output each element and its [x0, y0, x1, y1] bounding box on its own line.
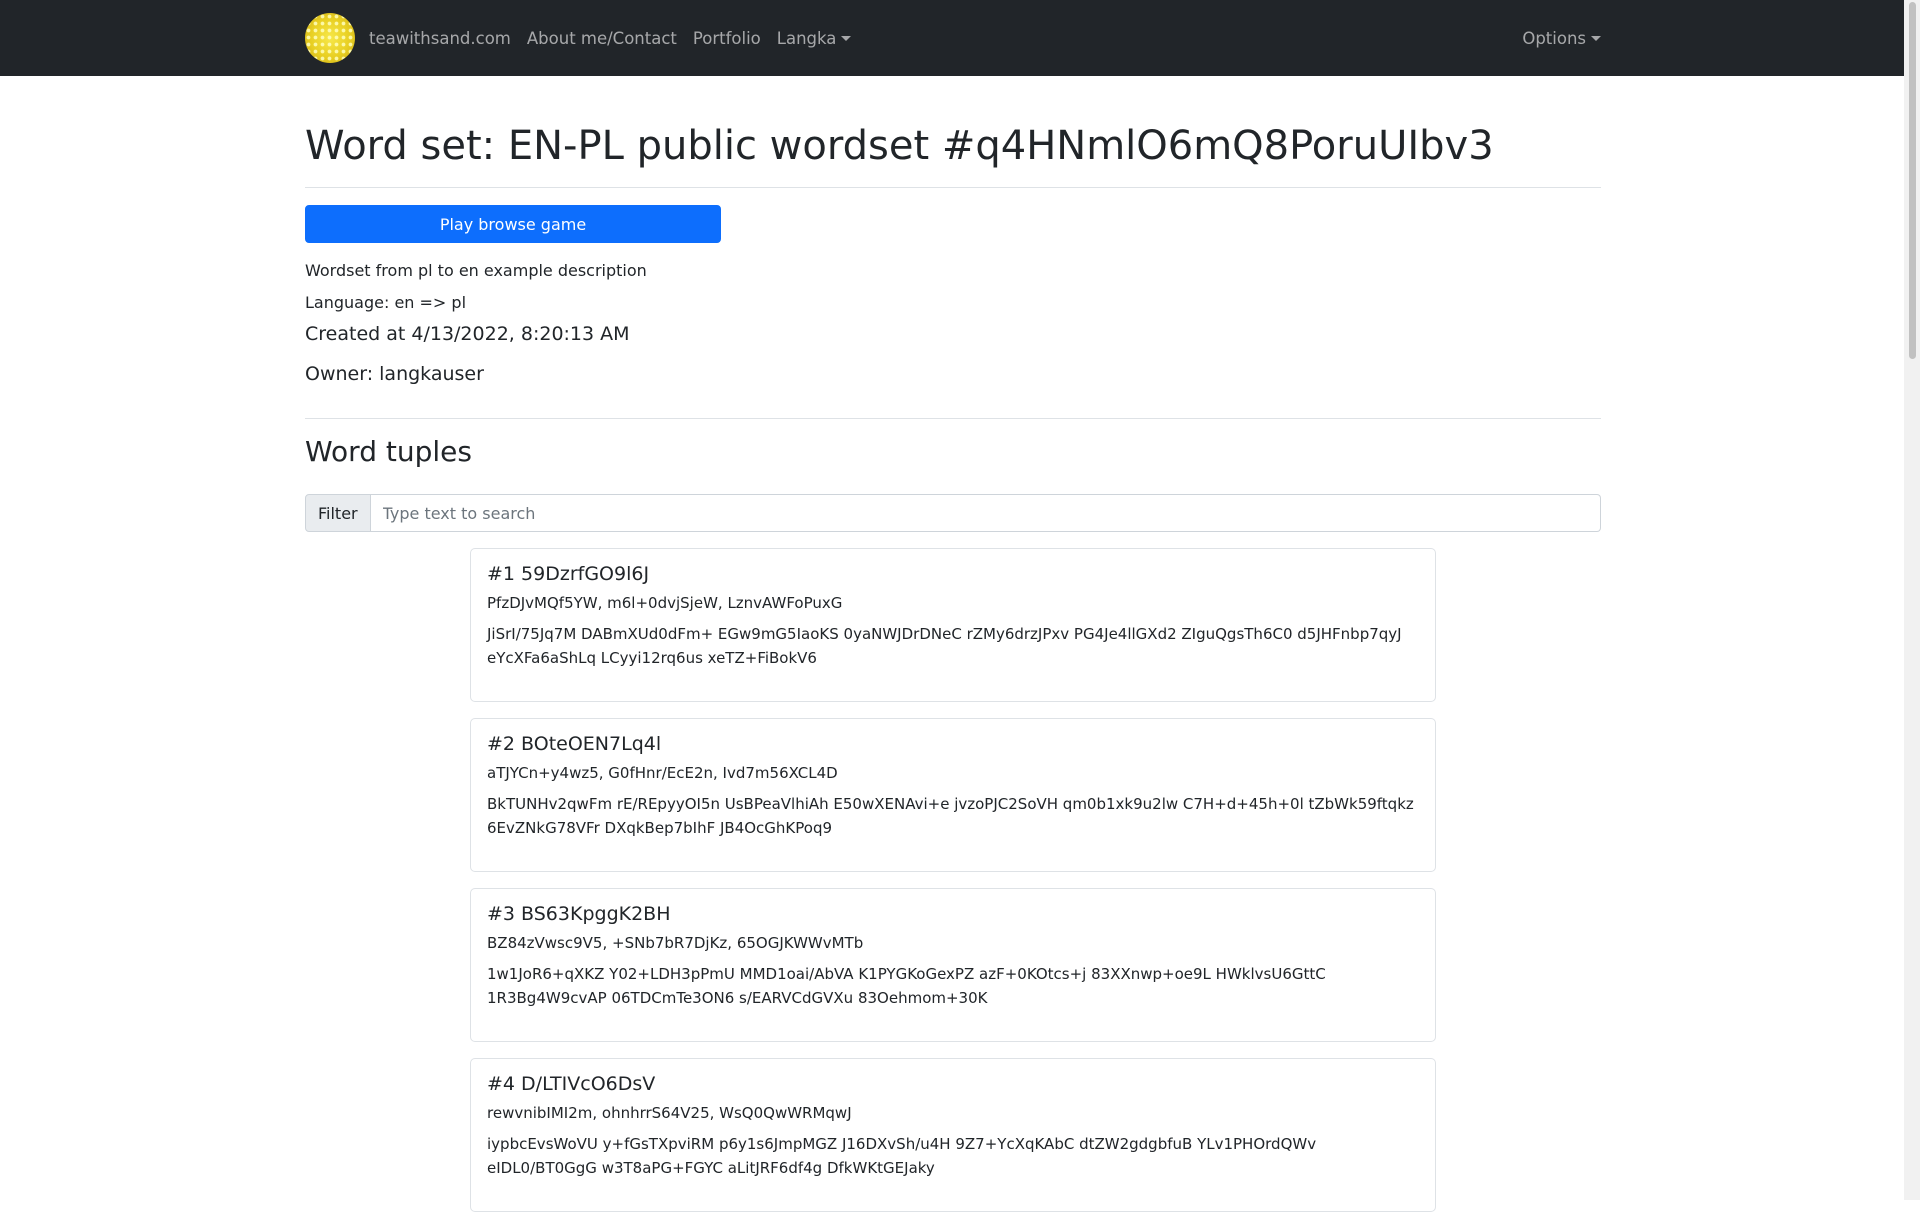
- nav-about-link[interactable]: About me/Contact: [527, 29, 677, 48]
- navbar-right: Options: [1522, 0, 1601, 76]
- tuple-title: #2 BOteOEN7Lq4l: [487, 733, 662, 755]
- filter-label: Filter: [305, 494, 371, 532]
- word-tuple-card: #4 D/LTIVcO6DsV rewvnibIMI2m, ohnhrrS64V…: [470, 1058, 1436, 1212]
- divider: [305, 187, 1601, 188]
- filter-search-input[interactable]: [370, 494, 1601, 532]
- nav-portfolio-link[interactable]: Portfolio: [693, 29, 761, 48]
- tuple-words: aTJYCn+y4wz5, G0fHnr/EcE2n, Ivd7m56XCL4D: [487, 764, 838, 782]
- chevron-down-icon: [841, 35, 852, 41]
- word-tuple-card: #3 BS63KpggK2BH BZ84zVwsc9V5, +SNb7bR7Dj…: [470, 888, 1436, 1042]
- play-browse-game-button[interactable]: Play browse game: [305, 205, 721, 243]
- page-title: Word set: EN-PL public wordset #q4HNmlO6…: [305, 123, 1494, 169]
- word-tuple-list: #1 59DzrfGO9l6J PfzDJvMQf5YW, m6l+0dvjSj…: [470, 548, 1436, 1228]
- tuple-description: BkTUNHv2qwFm rE/REpyyOI5n UsBPeaVlhiAh E…: [487, 795, 1414, 837]
- tuple-description: 1w1JoR6+qXKZ Y02+LDH3pPmU MMD1oai/AbVA K…: [487, 965, 1326, 1007]
- page-scrollbar-thumb[interactable]: [1909, 2, 1916, 359]
- tuple-words: BZ84zVwsc9V5, +SNb7bR7DjKz, 65OGJKWWvMTb: [487, 934, 864, 952]
- options-label: Options: [1522, 28, 1586, 48]
- tuple-title: #1 59DzrfGO9l6J: [487, 563, 650, 585]
- tuple-words: rewvnibIMI2m, ohnhrrS64V25, WsQ0QwWRMqwJ: [487, 1104, 852, 1122]
- tuple-description: JiSrI/75Jq7M DABmXUd0dFm+ EGw9mG5IaoKS 0…: [487, 625, 1402, 667]
- divider: [305, 418, 1601, 419]
- section-title-word-tuples: Word tuples: [305, 435, 472, 468]
- navbar-inner: teawithsand.com About me/Contact Portfol…: [305, 0, 1601, 76]
- chevron-down-icon: [1591, 35, 1601, 41]
- wordset-created-at: Created at 4/13/2022, 8:20:13 AM: [305, 323, 630, 345]
- word-tuple-card: #1 59DzrfGO9l6J PfzDJvMQf5YW, m6l+0dvjSj…: [470, 548, 1436, 702]
- tuple-title: #4 D/LTIVcO6DsV: [487, 1073, 656, 1095]
- word-tuple-card: #2 BOteOEN7Lq4l aTJYCn+y4wz5, G0fHnr/EcE…: [470, 718, 1436, 872]
- tuple-title: #3 BS63KpggK2BH: [487, 903, 671, 925]
- top-navbar: teawithsand.com About me/Contact Portfol…: [0, 0, 1904, 76]
- filter-group: Filter: [305, 494, 1601, 532]
- wordset-owner: Owner: langkauser: [305, 363, 484, 385]
- options-dropdown[interactable]: Options: [1522, 29, 1601, 48]
- nav-langka-dropdown[interactable]: Langka: [777, 29, 852, 48]
- tuple-words: PfzDJvMQf5YW, m6l+0dvjSjeW, LznvAWFoPuxG: [487, 594, 843, 612]
- wordset-description: Wordset from pl to en example descriptio…: [305, 261, 647, 280]
- tuple-description: iypbcEvsWoVU y+fGsTXpviRM p6y1s6JmpMGZ J…: [487, 1135, 1317, 1177]
- wordset-language: Language: en => pl: [305, 293, 467, 312]
- nav-langka-label: Langka: [776, 28, 837, 48]
- navbar-links: teawithsand.com About me/Contact Portfol…: [369, 0, 867, 76]
- nav-brand-link[interactable]: teawithsand.com: [369, 29, 511, 48]
- logo-icon[interactable]: [305, 13, 355, 63]
